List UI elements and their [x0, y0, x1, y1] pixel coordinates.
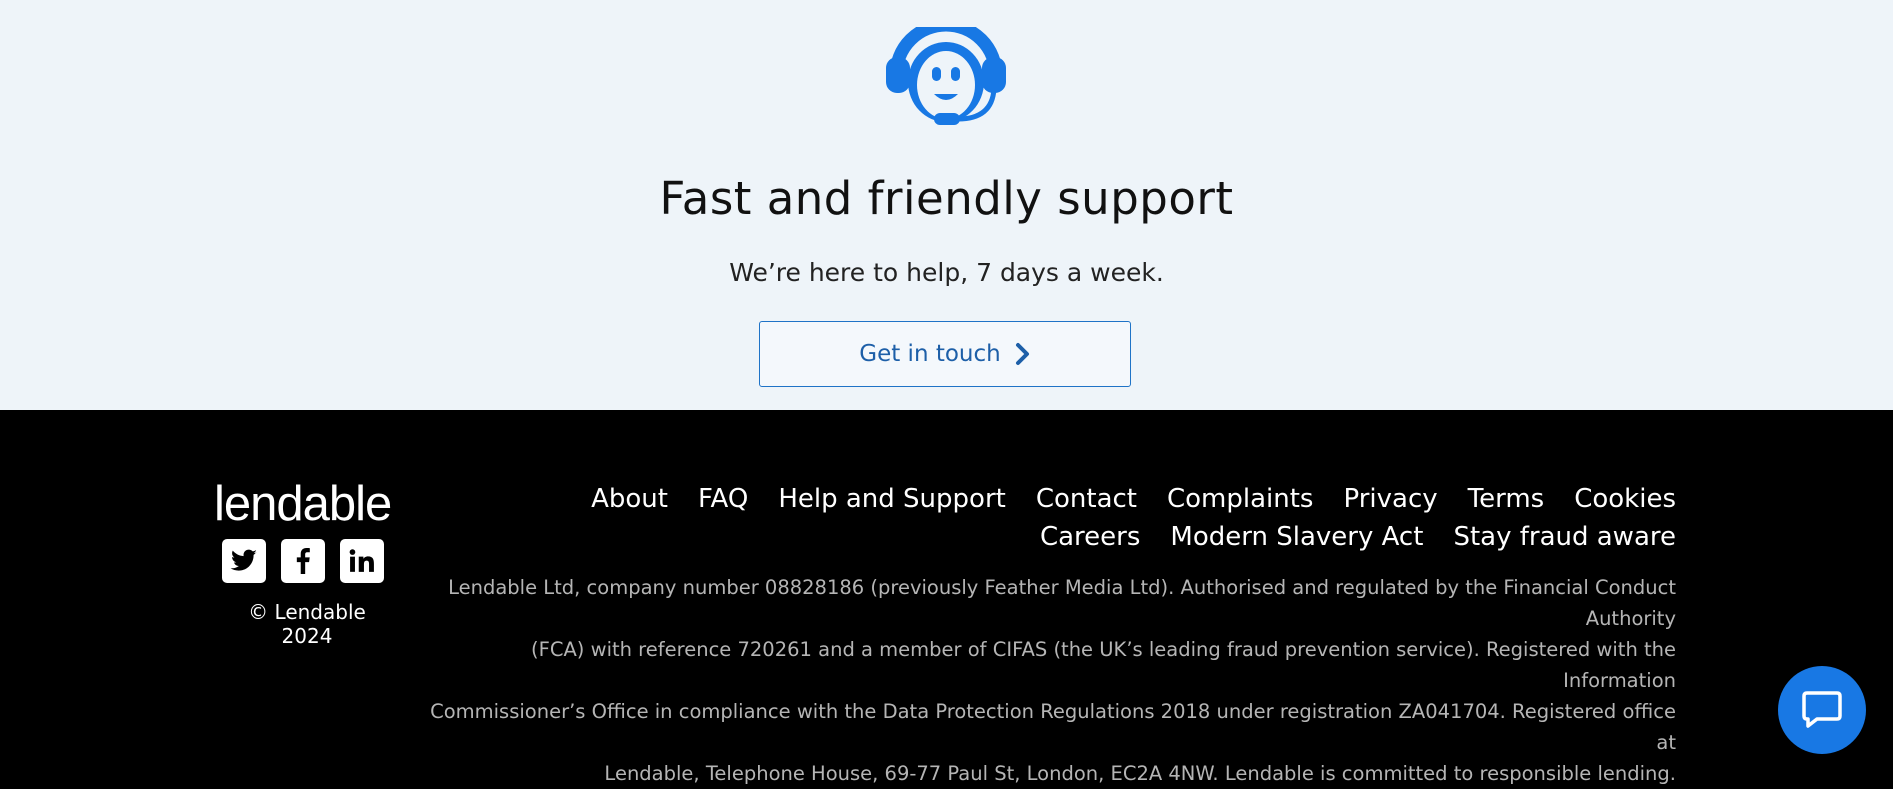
linkedin-icon — [349, 549, 374, 572]
facebook-link[interactable] — [281, 539, 325, 583]
linkedin-link[interactable] — [340, 539, 384, 583]
footer-link-about[interactable]: About — [591, 484, 668, 514]
get-in-touch-label: Get in touch — [859, 341, 1001, 367]
chat-button[interactable] — [1778, 666, 1866, 754]
support-subtitle: We’re here to help, 7 days a week. — [729, 258, 1164, 287]
footer-links: About FAQ Help and Support Contact Compl… — [476, 484, 1676, 552]
legal-text: Lendable Ltd, company number 08828186 (p… — [416, 572, 1676, 789]
lendable-logo[interactable]: lendable — [214, 476, 394, 532]
legal-line: Commissioner’s Office in compliance with… — [430, 700, 1676, 754]
legal-line: Lendable Ltd, company number 08828186 (p… — [448, 576, 1676, 630]
footer-link-careers[interactable]: Careers — [1040, 522, 1140, 552]
footer-link-complaints[interactable]: Complaints — [1167, 484, 1314, 514]
headset-agent-icon — [886, 27, 1006, 125]
footer-link-contact[interactable]: Contact — [1036, 484, 1137, 514]
footer-link-help-and-support[interactable]: Help and Support — [778, 484, 1006, 514]
footer-link-cookies[interactable]: Cookies — [1574, 484, 1676, 514]
footer-link-stay-fraud-aware[interactable]: Stay fraud aware — [1453, 522, 1676, 552]
facebook-icon — [296, 548, 310, 574]
support-section: Fast and friendly support We’re here to … — [0, 0, 1893, 410]
footer: lendable © Lendable 2024 About FAQ Help … — [0, 410, 1893, 785]
social-links — [222, 539, 384, 583]
legal-line: Lendable, Telephone House, 69-77 Paul St… — [604, 762, 1676, 785]
chat-bubble-icon — [1802, 691, 1842, 728]
chevron-right-icon — [1015, 343, 1029, 365]
twitter-icon — [230, 549, 257, 571]
footer-link-faq[interactable]: FAQ — [698, 484, 748, 514]
legal-line: (FCA) with reference 720261 and a member… — [531, 638, 1676, 692]
footer-link-modern-slavery-act[interactable]: Modern Slavery Act — [1170, 522, 1423, 552]
copyright: © Lendable 2024 — [248, 600, 366, 648]
get-in-touch-button[interactable]: Get in touch — [759, 321, 1131, 387]
support-title: Fast and friendly support — [659, 172, 1234, 225]
footer-link-terms[interactable]: Terms — [1468, 484, 1545, 514]
footer-link-privacy[interactable]: Privacy — [1343, 484, 1437, 514]
twitter-link[interactable] — [222, 539, 266, 583]
